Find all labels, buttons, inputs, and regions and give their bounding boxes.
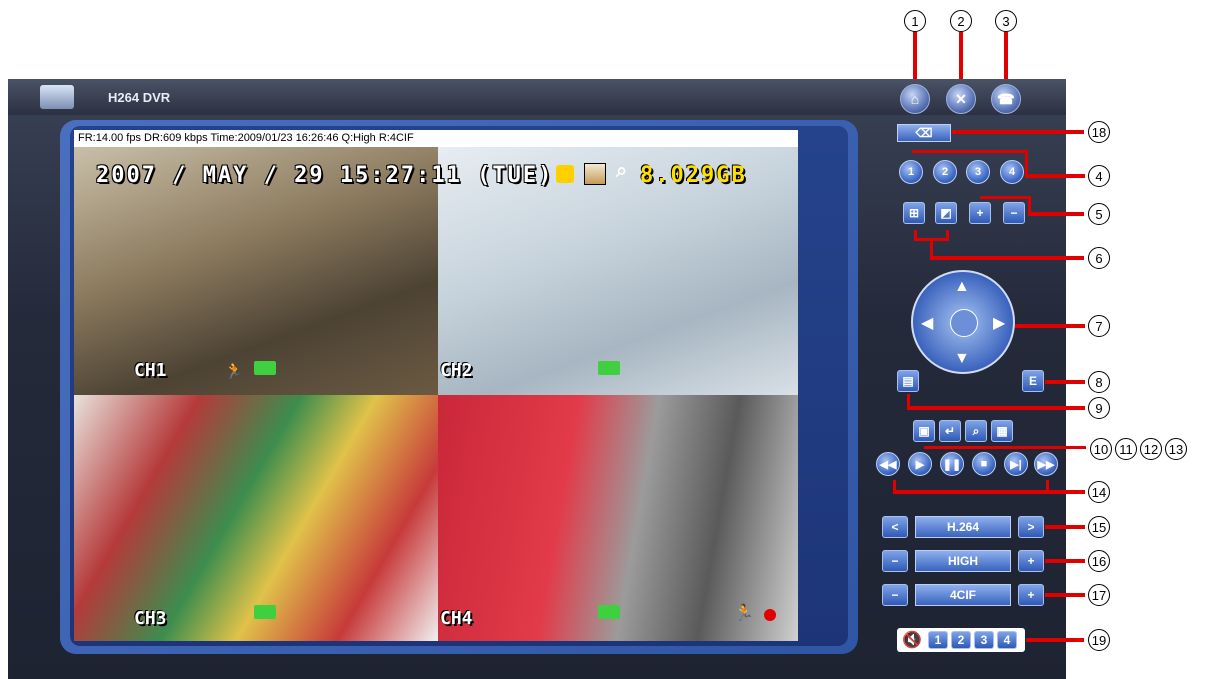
motion-icon: 🏃	[224, 363, 244, 380]
key-button[interactable]: ⌫	[897, 124, 951, 142]
resolution-increase-button[interactable]: +	[1018, 584, 1044, 606]
channel-label: CH3	[134, 608, 167, 629]
channel-label: CH4	[440, 608, 473, 629]
channel-button-4[interactable]: 4	[1000, 160, 1024, 184]
resolution-decrease-button[interactable]: −	[882, 584, 908, 606]
camera-grid: CH1 🏃 CH2 CH3 CH4 🏃	[74, 147, 798, 641]
play-button[interactable]: ▶	[908, 452, 932, 476]
audio-channel-1[interactable]: 1	[928, 631, 948, 649]
channel-label: CH2	[440, 360, 473, 381]
callout-11: 11	[1115, 438, 1137, 460]
channel-button-2[interactable]: 2	[933, 160, 957, 184]
dpad-left[interactable]: ◀	[921, 313, 933, 333]
dpad-center[interactable]	[950, 309, 978, 337]
channel-label: CH1	[134, 360, 167, 381]
hdd-icon	[584, 163, 606, 185]
callout-1: 1	[904, 10, 926, 32]
osd-datetime: 2007 / MAY / 29 15:27:11 (TUE)	[96, 163, 554, 188]
ptz-dpad[interactable]: ▲ ▼ ◀ ▶	[911, 270, 1015, 374]
dpad-right[interactable]: ▶	[993, 313, 1005, 333]
callout-18: 18	[1088, 121, 1110, 143]
playback-button-13[interactable]: ▦	[991, 420, 1013, 442]
callout-14: 14	[1088, 481, 1110, 503]
callout-5: 5	[1088, 203, 1110, 225]
rewind-button[interactable]: ◀◀	[876, 452, 900, 476]
quality-value: HIGH	[915, 550, 1011, 572]
audio-channel-4[interactable]: 4	[997, 631, 1017, 649]
dpad-up[interactable]: ▲	[954, 278, 970, 296]
playback-button-10[interactable]: ▣	[913, 420, 935, 442]
callout-19: 19	[1088, 629, 1110, 651]
callout-10: 10	[1090, 438, 1112, 460]
callout-15: 15	[1088, 516, 1110, 538]
channel-4-view[interactable]: CH4 🏃	[438, 395, 798, 641]
exit-button[interactable]: E	[1022, 370, 1044, 392]
callout-3: 3	[995, 10, 1017, 32]
pip-view-button[interactable]: ◩	[935, 202, 957, 224]
camera-icon	[598, 361, 620, 375]
osd-storage: 8.029GB	[640, 163, 747, 188]
status-bar: FR:14.00 fps DR:609 kbps Time:2009/01/23…	[74, 130, 798, 147]
callout-8: 8	[1088, 371, 1110, 393]
callout-6: 6	[1088, 247, 1110, 269]
home-icon: ⌂	[910, 91, 920, 107]
codec-value: H.264	[915, 516, 1011, 538]
lock-icon	[556, 165, 574, 183]
callout-13: 13	[1165, 438, 1187, 460]
network-button[interactable]: ☎	[991, 84, 1021, 114]
playback-button-12[interactable]: ⌕	[965, 420, 987, 442]
record-dot-icon	[764, 609, 776, 621]
callout-9: 9	[1088, 397, 1110, 419]
app-title: H264 DVR	[108, 90, 171, 105]
key-icon: ⌫	[915, 126, 933, 140]
callout-16: 16	[1088, 550, 1110, 572]
channel-button-1[interactable]: 1	[899, 160, 923, 184]
zoom-in-button[interactable]: +	[969, 202, 991, 224]
search-icon: ⌕	[616, 160, 628, 182]
quad-view-button[interactable]: ⊞	[903, 202, 925, 224]
channel-button-3[interactable]: 3	[966, 160, 990, 184]
motion-icon: 🏃	[734, 605, 754, 622]
step-forward-button[interactable]: ▶|	[1004, 452, 1028, 476]
network-icon: ☎	[997, 90, 1015, 107]
tools-icon: ✕	[955, 90, 967, 107]
quality-increase-button[interactable]: +	[1018, 550, 1044, 572]
audio-channel-2[interactable]: 2	[951, 631, 971, 649]
camera-icon	[254, 605, 276, 619]
app-logo-icon	[40, 85, 74, 109]
dpad-down[interactable]: ▼	[954, 350, 970, 368]
callout-12: 12	[1140, 438, 1162, 460]
fast-forward-button[interactable]: ▶▶	[1034, 452, 1058, 476]
resolution-value: 4CIF	[915, 584, 1011, 606]
codec-next-button[interactable]: >	[1018, 516, 1044, 538]
zoom-out-button[interactable]: −	[1003, 202, 1025, 224]
callout-2: 2	[950, 10, 972, 32]
speaker-mute-icon[interactable]: 🔇	[902, 630, 922, 650]
callout-4: 4	[1088, 165, 1110, 187]
pause-button[interactable]: ❚❚	[940, 452, 964, 476]
quality-decrease-button[interactable]: −	[882, 550, 908, 572]
callout-7: 7	[1088, 315, 1110, 337]
playback-button-11[interactable]: ↵	[939, 420, 961, 442]
tools-button[interactable]: ✕	[946, 84, 976, 114]
audio-channel-3[interactable]: 3	[974, 631, 994, 649]
home-button[interactable]: ⌂	[900, 84, 930, 114]
channel-3-view[interactable]: CH3	[74, 395, 438, 641]
callout-17: 17	[1088, 584, 1110, 606]
camera-icon	[598, 605, 620, 619]
codec-prev-button[interactable]: <	[882, 516, 908, 538]
camera-icon	[254, 361, 276, 375]
stop-button[interactable]: ■	[972, 452, 996, 476]
snapshot-button[interactable]: ▤	[897, 370, 919, 392]
